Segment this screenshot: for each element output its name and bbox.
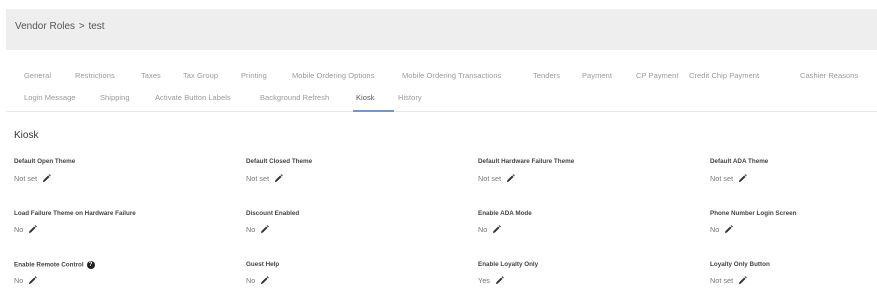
pencil-icon[interactable]: [492, 225, 502, 234]
field-label-load-failure-theme: Load Failure Theme on Hardware Failure: [14, 210, 136, 217]
tab-mobile-ordering-transactions[interactable]: Mobile Ordering Transactions: [402, 71, 501, 80]
tab-restrictions[interactable]: Restrictions: [75, 71, 115, 80]
field-default-closed-theme: Not set: [246, 174, 283, 183]
pencil-icon[interactable]: [28, 276, 38, 285]
pencil-icon[interactable]: [28, 225, 38, 234]
field-label-phone-number-login-screen: Phone Number Login Screen: [710, 210, 797, 217]
field-value: No: [14, 225, 24, 234]
pencil-icon[interactable]: [506, 174, 515, 183]
field-value: No: [246, 225, 256, 234]
pencil-icon[interactable]: [738, 174, 747, 183]
tab-activate-button-labels[interactable]: Activate Button Labels: [155, 93, 231, 102]
field-label-enable-loyalty-only: Enable Loyalty Only: [478, 261, 539, 268]
field-default-hardware-failure-theme: Not set: [478, 174, 515, 183]
tab-mobile-ordering-options[interactable]: Mobile Ordering Options: [292, 71, 374, 80]
field-load-failure-theme: No: [14, 225, 38, 234]
field-label-default-open-theme: Default Open Theme: [14, 158, 76, 165]
tab-login-message[interactable]: Login Message: [24, 93, 76, 102]
field-label-loyalty-only-button: Loyalty Only Button: [710, 261, 770, 268]
field-label-discount-enabled: Discount Enabled: [246, 210, 300, 217]
field-label-enable-ada-mode: Enable ADA Mode: [478, 210, 532, 217]
tab-printing[interactable]: Printing: [241, 71, 267, 80]
field-value: Not set: [478, 174, 502, 183]
tab-taxes[interactable]: Taxes: [141, 71, 161, 80]
field-label-text: Enable Remote Control: [14, 261, 84, 269]
active-tab-indicator: [353, 110, 394, 112]
field-value: Not set: [710, 276, 734, 285]
field-loyalty-only-button: Not set: [710, 276, 747, 285]
tab-bar: General Restrictions Taxes Tax Group Pri…: [6, 64, 877, 112]
pencil-icon[interactable]: [724, 225, 734, 234]
field-guest-help: No: [246, 276, 270, 285]
field-value: Not set: [246, 174, 270, 183]
pencil-icon[interactable]: [42, 174, 51, 183]
field-default-open-theme: Not set: [14, 174, 51, 183]
field-value: No: [14, 276, 24, 285]
breadcrumb-separator: >: [78, 21, 85, 32]
pencil-icon[interactable]: [260, 276, 270, 285]
field-label-default-hardware-failure-theme: Default Hardware Failure Theme: [478, 158, 575, 165]
tab-tenders[interactable]: Tenders: [533, 71, 560, 80]
field-enable-remote-control: No: [14, 276, 38, 285]
pencil-icon[interactable]: [495, 276, 504, 285]
field-value: Not set: [14, 174, 38, 183]
breadcrumb-current: test: [88, 21, 105, 32]
field-default-ada-theme: Not set: [710, 174, 747, 183]
tab-shipping[interactable]: Shipping: [100, 93, 130, 102]
tab-kiosk[interactable]: Kiosk: [356, 93, 375, 102]
section-title: Kiosk: [14, 130, 39, 141]
breadcrumb: Vendor Roles > test: [15, 21, 105, 32]
page-header: Vendor Roles > test: [6, 9, 877, 50]
tab-cashier-reasons[interactable]: Cashier Reasons: [800, 71, 858, 80]
tab-background-refresh[interactable]: Background Refresh: [260, 93, 329, 102]
field-enable-ada-mode: No: [478, 225, 502, 234]
pencil-icon[interactable]: [274, 174, 283, 183]
field-label-guest-help: Guest Help: [246, 261, 280, 268]
question-circle-icon[interactable]: ?: [86, 261, 95, 269]
field-value: Not set: [710, 174, 734, 183]
field-enable-loyalty-only: Yes: [478, 276, 504, 285]
field-label-default-closed-theme: Default Closed Theme: [246, 158, 313, 165]
field-value: No: [710, 225, 720, 234]
field-discount-enabled: No: [246, 225, 270, 234]
tab-credit-chip-payment[interactable]: Credit Chip Payment: [689, 71, 759, 80]
field-value: No: [478, 225, 488, 234]
pencil-icon[interactable]: [260, 225, 270, 234]
field-value: No: [246, 276, 256, 285]
tab-tax-group[interactable]: Tax Group: [183, 71, 218, 80]
tab-history[interactable]: History: [398, 93, 422, 102]
pencil-icon[interactable]: [738, 276, 747, 285]
field-phone-number-login-screen: No: [710, 225, 734, 234]
breadcrumb-parent-link[interactable]: Vendor Roles: [15, 21, 75, 32]
field-label-default-ada-theme: Default ADA Theme: [710, 158, 769, 165]
field-label-enable-remote-control: Enable Remote Control?: [14, 261, 95, 269]
tab-payment[interactable]: Payment: [582, 71, 612, 80]
field-value: Yes: [478, 276, 490, 285]
tab-cp-payment[interactable]: CP Payment: [636, 71, 678, 80]
tab-general[interactable]: General: [24, 71, 51, 80]
